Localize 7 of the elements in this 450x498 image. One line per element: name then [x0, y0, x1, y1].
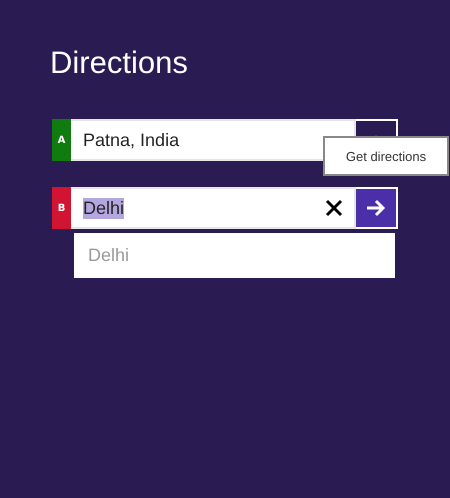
close-icon[interactable]: [324, 198, 344, 218]
tooltip: Get directions: [323, 136, 449, 176]
waypoint-marker: B: [52, 187, 71, 229]
page-title: Directions: [50, 44, 189, 82]
location-input-field[interactable]: Delhi: [71, 187, 356, 229]
waypoint-marker: A: [52, 119, 71, 161]
get-directions-button[interactable]: [356, 187, 398, 229]
